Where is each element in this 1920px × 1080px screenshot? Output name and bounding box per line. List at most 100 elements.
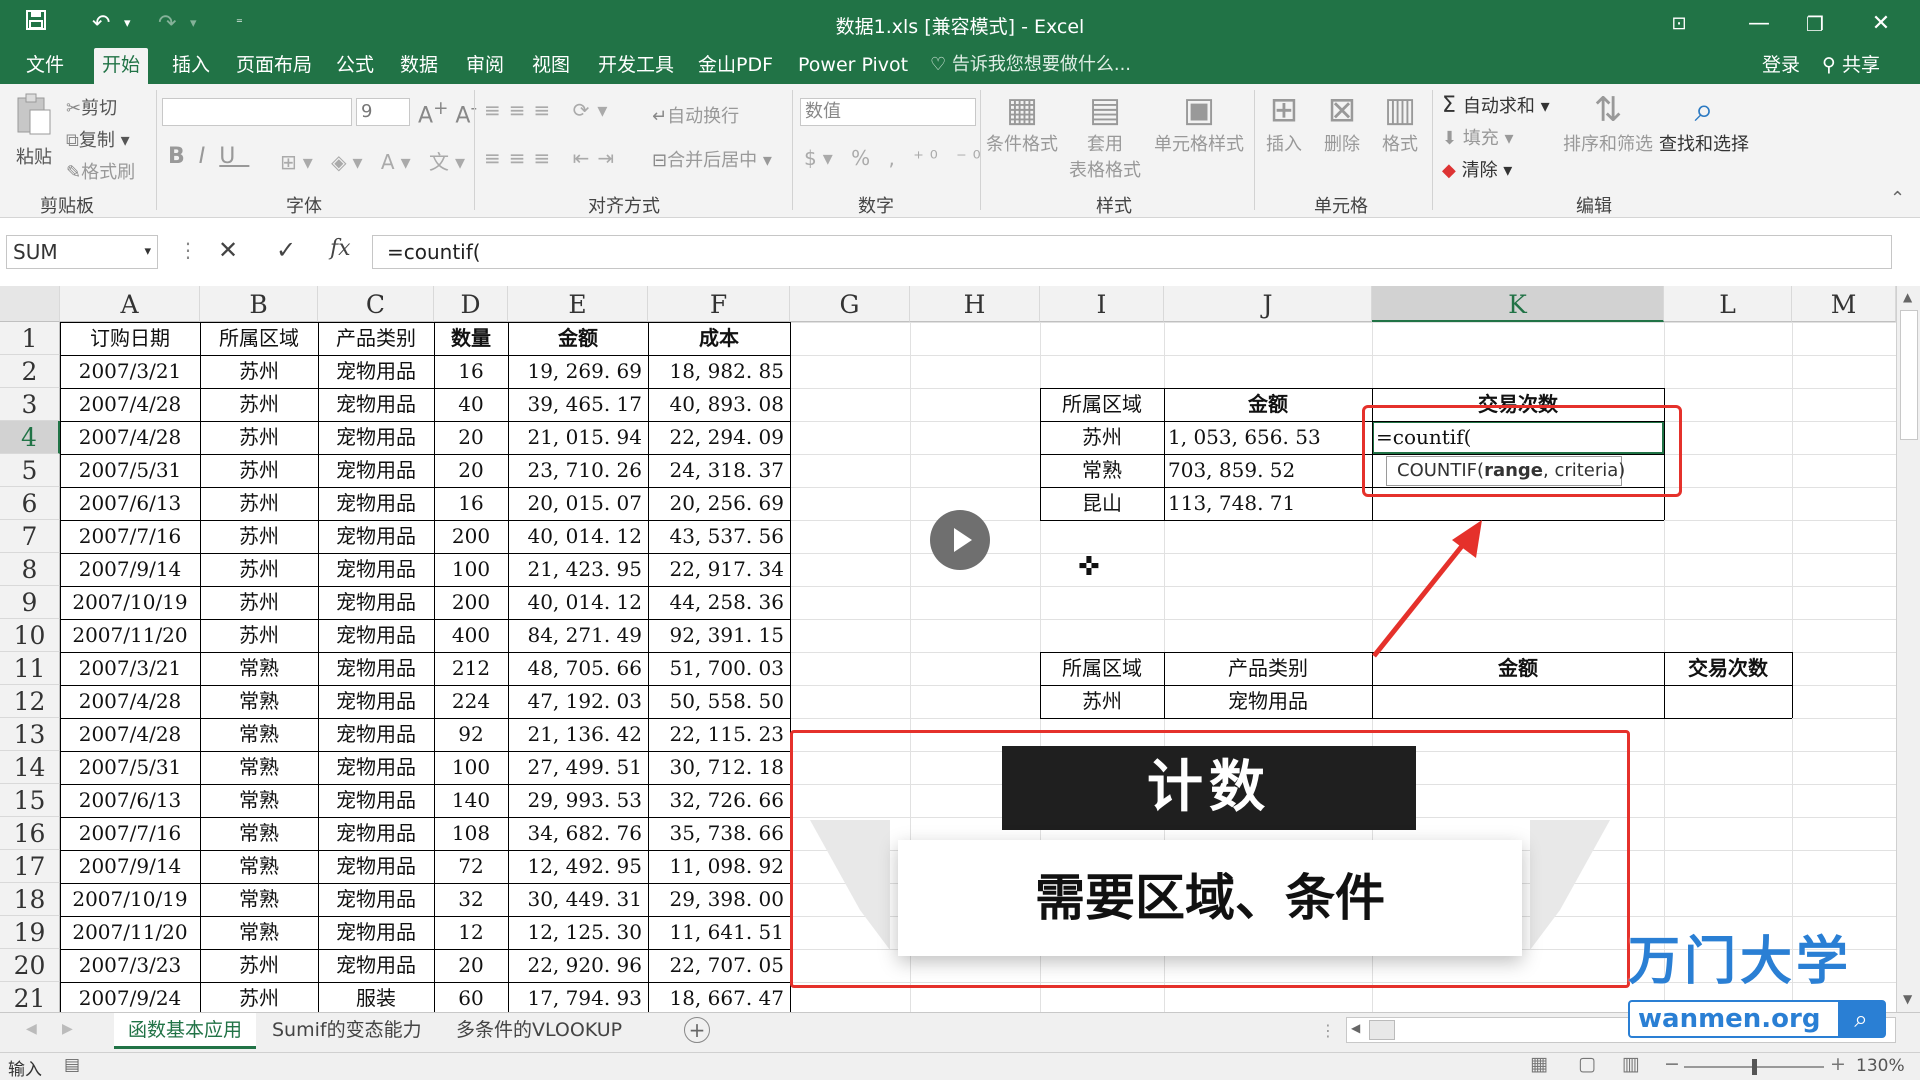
table-cell[interactable]: 22, 707. 05 (648, 949, 790, 982)
tab-file[interactable]: 文件 (18, 48, 72, 84)
sheet-tab-sumif[interactable]: Sumif的变态能力 (258, 1013, 436, 1049)
summary-header-cell[interactable]: 金额 (1164, 388, 1372, 421)
vertical-scrollbar[interactable]: ▲ ▼ (1896, 286, 1920, 1012)
row-header-20[interactable]: 20 (0, 949, 60, 982)
minimize-icon[interactable]: — (1736, 8, 1782, 40)
scroll-thumb[interactable] (1900, 310, 1918, 440)
table-cell[interactable]: 27, 499. 51 (508, 751, 648, 784)
grow-font-icon[interactable]: A+ A- (418, 98, 477, 128)
wrap-text-button[interactable]: ↵ 自动换行 (652, 102, 739, 128)
table-cell[interactable]: 40 (434, 388, 508, 421)
tab-splitter-icon[interactable]: ⋮ (1320, 1021, 1336, 1040)
table-cell[interactable]: 84, 271. 49 (508, 619, 648, 652)
table-header-cell[interactable]: 数量 (434, 322, 508, 355)
tell-me-search[interactable]: ♡ 告诉我您想要做什么... (930, 48, 1131, 84)
table-cell[interactable]: 宠物用品 (318, 718, 434, 751)
horizontal-align-icons[interactable]: ≡≡≡ ⇤⇥ (484, 146, 622, 170)
table-cell[interactable]: 2007/6/13 (60, 487, 200, 520)
row-header-15[interactable]: 15 (0, 784, 60, 817)
table-cell[interactable]: 宠物用品 (318, 388, 434, 421)
table-header-cell[interactable]: 产品类别 (318, 322, 434, 355)
table-cell[interactable]: 72 (434, 850, 508, 883)
insert-function-icon[interactable]: fx (330, 236, 351, 261)
summary-cell[interactable]: 1, 053, 656. 53 (1164, 421, 1372, 454)
summary2-cell[interactable] (1664, 685, 1792, 718)
table-cell[interactable]: 2007/10/19 (60, 586, 200, 619)
copy-button[interactable]: ⧉ 复制 ▾ (66, 126, 130, 152)
column-header-k[interactable]: K (1372, 286, 1664, 322)
page-layout-view-icon[interactable]: ▢ (1578, 1053, 1596, 1075)
zoom-level[interactable]: 130% (1856, 1056, 1905, 1076)
table-header-cell[interactable]: 金额 (508, 322, 648, 355)
table-cell[interactable]: 常熟 (200, 784, 318, 817)
row-header-1[interactable]: 1 (0, 322, 60, 355)
row-header-11[interactable]: 11 (0, 652, 60, 685)
tab-insert[interactable]: 插入 (164, 48, 218, 84)
conditional-format-button[interactable]: ▦ 条件格式 (986, 90, 1058, 156)
table-cell[interactable]: 11, 641. 51 (648, 916, 790, 949)
cancel-icon[interactable]: ✕ (218, 236, 238, 264)
table-cell[interactable]: 11, 098. 92 (648, 850, 790, 883)
table-cell[interactable]: 常熟 (200, 718, 318, 751)
table-cell[interactable]: 苏州 (200, 586, 318, 619)
row-header-17[interactable]: 17 (0, 850, 60, 883)
table-cell[interactable]: 苏州 (200, 553, 318, 586)
zoom-slider-thumb[interactable] (1752, 1059, 1757, 1075)
horizontal-scroll-thumb[interactable] (1369, 1020, 1395, 1040)
ribbon-display-options-icon[interactable]: ⊡ (1656, 8, 1702, 40)
table-cell[interactable]: 2007/7/16 (60, 520, 200, 553)
table-cell[interactable]: 16 (434, 355, 508, 388)
table-cell[interactable]: 21, 136. 42 (508, 718, 648, 751)
table-cell[interactable]: 2007/4/28 (60, 718, 200, 751)
table-cell[interactable]: 宠物用品 (318, 949, 434, 982)
add-sheet-icon[interactable]: + (684, 1017, 710, 1043)
table-cell[interactable]: 20, 256. 69 (648, 487, 790, 520)
number-format-select[interactable]: 数值 (800, 98, 976, 126)
table-cell[interactable]: 苏州 (200, 949, 318, 982)
tab-data[interactable]: 数据 (392, 48, 446, 84)
table-cell[interactable]: 32 (434, 883, 508, 916)
border-fill-color-icons[interactable]: ⊞▾ ◈▾ A▾ 文▾ (280, 146, 471, 175)
table-cell[interactable]: 22, 115. 23 (648, 718, 790, 751)
table-cell[interactable]: 苏州 (200, 520, 318, 553)
table-cell[interactable]: 92 (434, 718, 508, 751)
row-header-10[interactable]: 10 (0, 619, 60, 652)
table-cell[interactable]: 22, 294. 09 (648, 421, 790, 454)
table-cell[interactable]: 100 (434, 751, 508, 784)
table-cell[interactable]: 100 (434, 553, 508, 586)
summary-cell[interactable]: 昆山 (1040, 487, 1164, 520)
row-header-6[interactable]: 6 (0, 487, 60, 520)
format-as-table-button[interactable]: ▤ 套用 表格格式 (1062, 90, 1148, 182)
row-header-4[interactable]: 4 (0, 421, 60, 454)
table-cell[interactable]: 92, 391. 15 (648, 619, 790, 652)
table-cell[interactable]: 40, 014. 12 (508, 586, 648, 619)
table-cell[interactable]: 43, 537. 56 (648, 520, 790, 553)
tab-page-layout[interactable]: 页面布局 (228, 48, 320, 84)
table-cell[interactable]: 2007/11/20 (60, 619, 200, 652)
row-header-12[interactable]: 12 (0, 685, 60, 718)
table-cell[interactable]: 宠物用品 (318, 685, 434, 718)
table-cell[interactable]: 30, 712. 18 (648, 751, 790, 784)
table-cell[interactable]: 17, 794. 93 (508, 982, 648, 1015)
column-header-j[interactable]: J (1164, 286, 1372, 322)
login-link[interactable]: 登录 (1762, 48, 1800, 82)
table-cell[interactable]: 40, 893. 08 (648, 388, 790, 421)
table-cell[interactable]: 2007/11/20 (60, 916, 200, 949)
column-header-l[interactable]: L (1664, 286, 1792, 322)
row-header-2[interactable]: 2 (0, 355, 60, 388)
table-header-cell[interactable]: 成本 (648, 322, 790, 355)
table-cell[interactable]: 苏州 (200, 619, 318, 652)
select-all-corner[interactable] (0, 286, 60, 322)
table-cell[interactable]: 宠物用品 (318, 916, 434, 949)
column-header-d[interactable]: D (434, 286, 508, 322)
scroll-left-icon[interactable]: ◀ (1351, 1021, 1360, 1035)
table-cell[interactable]: 47, 192. 03 (508, 685, 648, 718)
table-cell[interactable]: 宠物用品 (318, 784, 434, 817)
row-header-16[interactable]: 16 (0, 817, 60, 850)
table-cell[interactable]: 20 (434, 949, 508, 982)
format-painter-button[interactable]: ✎ 格式刷 (66, 158, 135, 184)
summary-cell[interactable]: 113, 748. 71 (1164, 487, 1372, 520)
table-cell[interactable]: 16 (434, 487, 508, 520)
table-cell[interactable]: 29, 398. 00 (648, 883, 790, 916)
number-format-icons[interactable]: $▾ % , ⁺⁰ ⁻⁰ (804, 146, 987, 170)
